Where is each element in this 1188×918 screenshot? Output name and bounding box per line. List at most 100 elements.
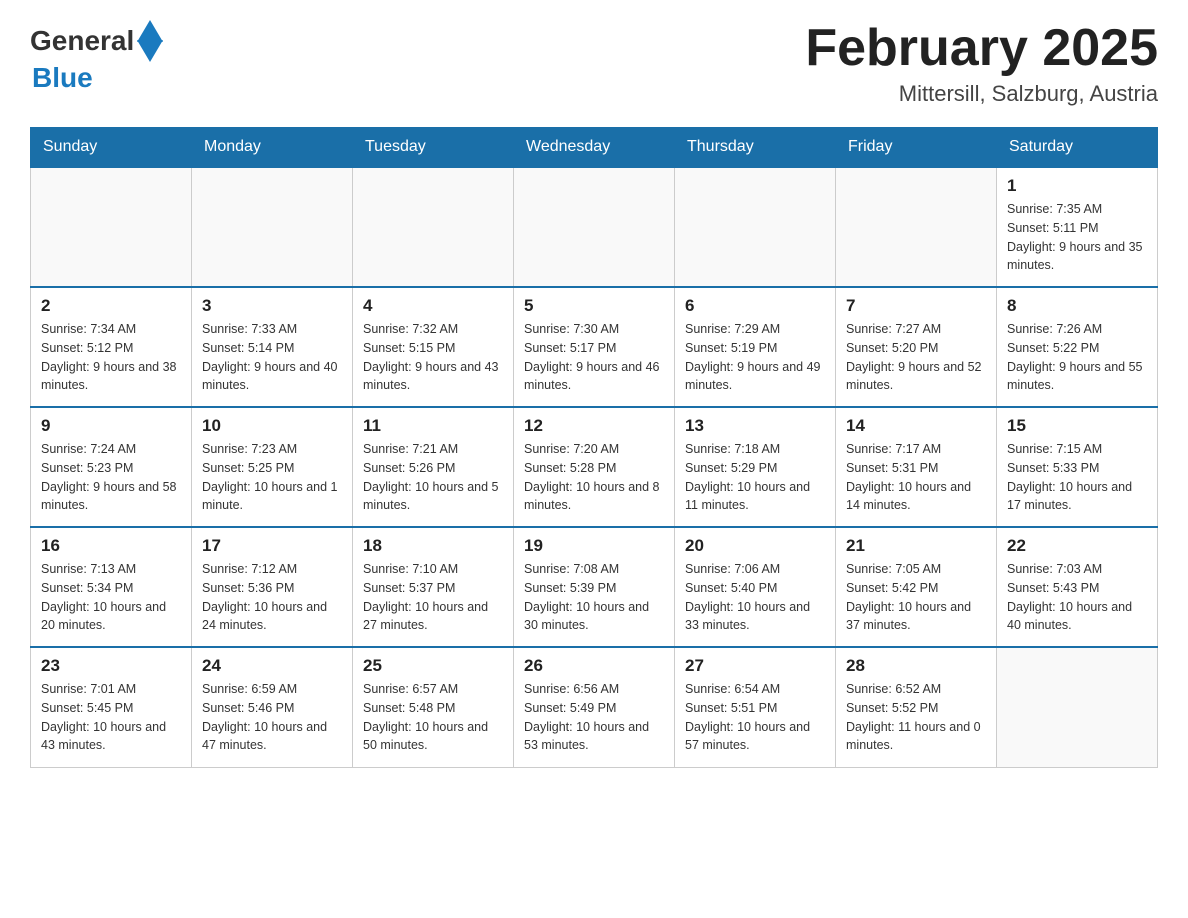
day-info: Sunrise: 7:01 AM Sunset: 5:45 PM Dayligh… [41,680,181,755]
calendar-week-row: 16Sunrise: 7:13 AM Sunset: 5:34 PM Dayli… [31,527,1158,647]
page-header: General Blue February 2025 Mittersill, S… [30,20,1158,107]
calendar-cell: 10 Sunrise: 7:23 AM Sunset: 5:25 PM Dayli… [192,407,353,527]
calendar-week-row: 23 Sunrise: 7:01 AM Sunset: 5:45 PM Dayli… [31,647,1158,767]
day-info: Sunrise: 7:24 AM Sunset: 5:23 PM Dayligh… [41,440,181,515]
calendar-week-row: 9 Sunrise: 7:24 AM Sunset: 5:23 PM Daylig… [31,407,1158,527]
logo-general-text: General [30,25,134,57]
calendar-cell [675,167,836,287]
day-number: 16 [41,536,181,556]
weekday-header-sunday: Sunday [31,128,192,168]
calendar-cell: 21 Sunrise: 7:05 AM Sunset: 5:42 PM Dayli… [836,527,997,647]
day-info: Sunrise: 7:33 AM Sunset: 5:14 PM Dayligh… [202,320,342,395]
day-number: 26 [524,656,664,676]
day-info: Sunrise: 6:52 AM Sunset: 5:52 PM Dayligh… [846,680,986,755]
calendar-cell: 13 Sunrise: 7:18 AM Sunset: 5:29 PM Dayli… [675,407,836,527]
day-number: 12 [524,416,664,436]
calendar-cell: 4 Sunrise: 7:32 AM Sunset: 5:15 PM Daylig… [353,287,514,407]
weekday-header-thursday: Thursday [675,128,836,168]
day-number: 18 [363,536,503,556]
calendar-cell: 3Sunrise: 7:33 AM Sunset: 5:14 PM Daylig… [192,287,353,407]
day-number: 28 [846,656,986,676]
calendar-cell: 20 Sunrise: 7:06 AM Sunset: 5:40 PM Dayli… [675,527,836,647]
day-info: Sunrise: 7:30 AM Sunset: 5:17 PM Dayligh… [524,320,664,395]
calendar-cell: 6 Sunrise: 7:29 AM Sunset: 5:19 PM Daylig… [675,287,836,407]
calendar-cell: 16Sunrise: 7:13 AM Sunset: 5:34 PM Dayli… [31,527,192,647]
day-number: 6 [685,296,825,316]
calendar-cell: 7 Sunrise: 7:27 AM Sunset: 5:20 PM Daylig… [836,287,997,407]
day-info: Sunrise: 6:56 AM Sunset: 5:49 PM Dayligh… [524,680,664,755]
calendar-cell: 12 Sunrise: 7:20 AM Sunset: 5:28 PM Dayli… [514,407,675,527]
logo-triangle-up-icon [137,20,163,42]
day-number: 15 [1007,416,1147,436]
weekday-header-row: SundayMondayTuesdayWednesdayThursdayFrid… [31,128,1158,168]
logo-blue-text: Blue [32,62,163,94]
calendar-cell [192,167,353,287]
weekday-header-tuesday: Tuesday [353,128,514,168]
day-info: Sunrise: 7:17 AM Sunset: 5:31 PM Dayligh… [846,440,986,515]
day-number: 20 [685,536,825,556]
day-info: Sunrise: 7:27 AM Sunset: 5:20 PM Dayligh… [846,320,986,395]
logo-triangle-down-icon [137,40,163,62]
day-number: 22 [1007,536,1147,556]
day-info: Sunrise: 7:18 AM Sunset: 5:29 PM Dayligh… [685,440,825,515]
day-info: Sunrise: 7:20 AM Sunset: 5:28 PM Dayligh… [524,440,664,515]
day-info: Sunrise: 6:57 AM Sunset: 5:48 PM Dayligh… [363,680,503,755]
day-number: 17 [202,536,342,556]
calendar-cell: 8Sunrise: 7:26 AM Sunset: 5:22 PM Daylig… [997,287,1158,407]
calendar-week-row: 2Sunrise: 7:34 AM Sunset: 5:12 PM Daylig… [31,287,1158,407]
calendar-cell: 9 Sunrise: 7:24 AM Sunset: 5:23 PM Daylig… [31,407,192,527]
calendar-cell: 14 Sunrise: 7:17 AM Sunset: 5:31 PM Dayli… [836,407,997,527]
day-info: Sunrise: 7:23 AM Sunset: 5:25 PM Dayligh… [202,440,342,515]
calendar-cell: 18 Sunrise: 7:10 AM Sunset: 5:37 PM Dayli… [353,527,514,647]
day-info: Sunrise: 6:54 AM Sunset: 5:51 PM Dayligh… [685,680,825,755]
day-number: 10 [202,416,342,436]
day-info: Sunrise: 7:05 AM Sunset: 5:42 PM Dayligh… [846,560,986,635]
calendar-cell: 17Sunrise: 7:12 AM Sunset: 5:36 PM Dayli… [192,527,353,647]
day-number: 11 [363,416,503,436]
calendar-cell: 24Sunrise: 6:59 AM Sunset: 5:46 PM Dayli… [192,647,353,767]
logo: General Blue [30,20,163,94]
calendar-cell [997,647,1158,767]
calendar-cell: 15 Sunrise: 7:15 AM Sunset: 5:33 PM Dayli… [997,407,1158,527]
location-text: Mittersill, Salzburg, Austria [805,81,1158,107]
day-number: 19 [524,536,664,556]
calendar-cell: 19 Sunrise: 7:08 AM Sunset: 5:39 PM Dayli… [514,527,675,647]
day-info: Sunrise: 7:10 AM Sunset: 5:37 PM Dayligh… [363,560,503,635]
calendar-cell: 11 Sunrise: 7:21 AM Sunset: 5:26 PM Dayli… [353,407,514,527]
day-info: Sunrise: 6:59 AM Sunset: 5:46 PM Dayligh… [202,680,342,755]
day-number: 9 [41,416,181,436]
day-info: Sunrise: 7:29 AM Sunset: 5:19 PM Dayligh… [685,320,825,395]
calendar-cell [31,167,192,287]
weekday-header-wednesday: Wednesday [514,128,675,168]
day-info: Sunrise: 7:08 AM Sunset: 5:39 PM Dayligh… [524,560,664,635]
day-info: Sunrise: 7:06 AM Sunset: 5:40 PM Dayligh… [685,560,825,635]
day-info: Sunrise: 7:03 AM Sunset: 5:43 PM Dayligh… [1007,560,1147,635]
day-number: 7 [846,296,986,316]
day-info: Sunrise: 7:15 AM Sunset: 5:33 PM Dayligh… [1007,440,1147,515]
day-number: 21 [846,536,986,556]
calendar-cell [836,167,997,287]
weekday-header-saturday: Saturday [997,128,1158,168]
day-info: Sunrise: 7:32 AM Sunset: 5:15 PM Dayligh… [363,320,503,395]
day-info: Sunrise: 7:21 AM Sunset: 5:26 PM Dayligh… [363,440,503,515]
calendar-cell: 22 Sunrise: 7:03 AM Sunset: 5:43 PM Dayli… [997,527,1158,647]
month-title: February 2025 [805,20,1158,77]
day-number: 5 [524,296,664,316]
calendar-cell: 26 Sunrise: 6:56 AM Sunset: 5:49 PM Dayli… [514,647,675,767]
weekday-header-monday: Monday [192,128,353,168]
day-number: 23 [41,656,181,676]
day-info: Sunrise: 7:34 AM Sunset: 5:12 PM Dayligh… [41,320,181,395]
day-number: 13 [685,416,825,436]
calendar-cell: 1Sunrise: 7:35 AM Sunset: 5:11 PM Daylig… [997,167,1158,287]
day-info: Sunrise: 7:26 AM Sunset: 5:22 PM Dayligh… [1007,320,1147,395]
day-number: 14 [846,416,986,436]
weekday-header-friday: Friday [836,128,997,168]
calendar-week-row: 1Sunrise: 7:35 AM Sunset: 5:11 PM Daylig… [31,167,1158,287]
calendar-cell: 23 Sunrise: 7:01 AM Sunset: 5:45 PM Dayli… [31,647,192,767]
day-number: 25 [363,656,503,676]
title-section: February 2025 Mittersill, Salzburg, Aust… [805,20,1158,107]
day-number: 4 [363,296,503,316]
calendar-cell: 5 Sunrise: 7:30 AM Sunset: 5:17 PM Daylig… [514,287,675,407]
calendar-cell [514,167,675,287]
day-info: Sunrise: 7:35 AM Sunset: 5:11 PM Dayligh… [1007,200,1147,275]
